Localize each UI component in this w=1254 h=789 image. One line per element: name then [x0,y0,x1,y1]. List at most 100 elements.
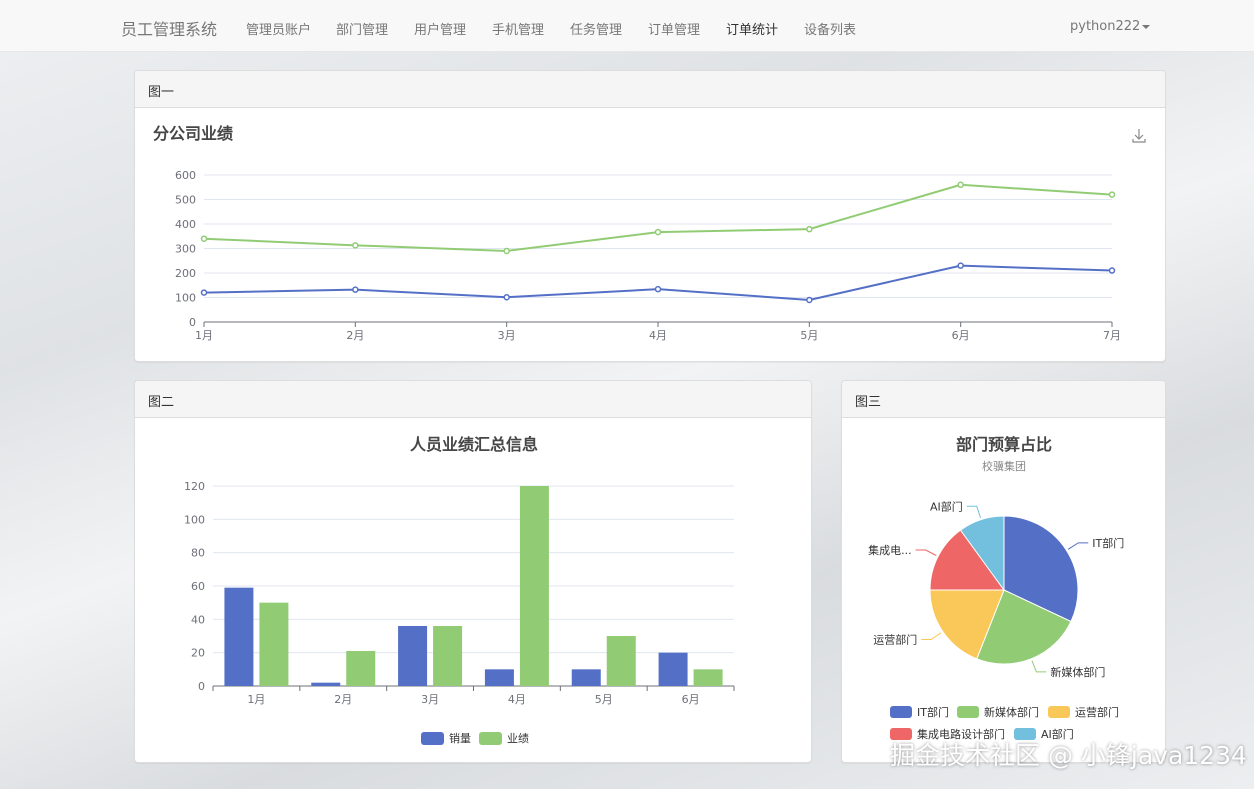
x-tick-label: 4月 [508,693,526,706]
pie-label-line [915,549,937,556]
data-point [503,247,510,255]
x-tick-label: 1月 [195,329,213,342]
legend-label: IT部门 [917,705,949,719]
data-point [957,181,964,189]
brand-title[interactable]: 员工管理系统 [121,16,217,40]
data-point [200,235,208,242]
pie-label-line [1031,660,1047,673]
data-point [503,294,510,301]
x-tick-label: 6月 [952,329,970,342]
x-tick-label: 6月 [682,693,700,706]
y-tick-label: 60 [191,580,205,593]
pie-chart-panel: 图三 部门预算占比 校骥集团 IT部门 新媒体部门 运营部门 集成电... AI部门 I… [841,380,1166,763]
pie-label: 集成电... [868,543,912,557]
bar-0 [311,682,341,686]
caret-down-icon [1142,24,1151,29]
data-point [957,262,964,269]
legend-label: 运营部门 [1075,705,1119,719]
y-tick-label: 100 [184,513,205,526]
x-tick-label: 2月 [334,693,352,706]
y-tick-label: 300 [175,243,196,256]
series-line-0 [203,183,1113,252]
x-tick-label: 5月 [595,693,613,706]
line-chart: 分公司业绩 0 100 200 300 400 500 600 1月 2月 3月 4月 5月 6月 7月 [153,124,1146,342]
nav-item-users[interactable]: 用户管理 [414,19,466,38]
y-tick-label: 80 [191,547,205,560]
y-tick-label: 200 [175,267,196,280]
bar-chart: 人员业绩汇总信息 0 20 40 60 80 100 120 1月 2月 3月 4月 5月 6月 销量 业… [184,435,735,745]
bar-0 [398,626,428,686]
legend-label: 业绩 [507,732,529,745]
bar-chart-panel: 图二 人员业绩汇总信息 0 20 40 60 80 100 120 1月 2月 3月 4月 5月 6月 … [134,380,812,763]
pie-label: AI部门 [930,499,963,513]
pie-label-line [921,632,942,640]
data-point [1108,191,1116,198]
panel-heading: 图三 [842,381,1165,418]
y-tick-label: 0 [189,316,196,329]
y-tick-label: 100 [175,292,196,305]
nav-item-admin-accounts[interactable]: 管理员账户 [246,19,311,38]
chart-subtitle: 校骥集团 [982,459,1026,473]
nav-item-devices[interactable]: 设备列表 [804,19,856,38]
legend-swatch [957,706,979,718]
chart-title: 分公司业绩 [153,124,233,143]
x-tick-label: 4月 [649,329,667,342]
line-chart-panel: 图一 分公司业绩 0 100 200 300 400 500 600 1月 2月 3月 4月 5月 6月… [134,70,1166,362]
bar-1 [519,486,549,686]
user-menu[interactable]: python222 [1070,19,1151,34]
x-tick-label: 3月 [421,693,439,706]
data-point [806,296,813,304]
pie-label-line [966,505,981,518]
x-tick-label: 1月 [247,693,265,706]
x-tick-label: 7月 [1103,329,1121,342]
panel-heading: 图二 [135,381,811,418]
nav-item-phones[interactable]: 手机管理 [492,19,544,38]
bar-0 [571,669,601,686]
watermark: 掘金技术社区 @ 小锋java1234 [890,741,1247,770]
bar-1 [259,602,289,686]
data-point [352,242,359,249]
chart-title: 人员业绩汇总信息 [410,435,538,454]
x-tick-label: 3月 [498,329,516,342]
data-point [806,225,813,233]
user-name: python222 [1070,19,1141,34]
bar-0 [658,652,688,686]
pie-chart: 部门预算占比 校骥集团 IT部门新媒体部门运营部门集成电...AI部门 IT部门… [868,435,1124,741]
x-tick-label: 5月 [800,329,818,342]
y-tick-label: 20 [191,647,205,660]
nav-item-departments[interactable]: 部门管理 [336,19,388,38]
top-navbar: 员工管理系统 管理员账户 部门管理 用户管理 手机管理 任务管理 订单管理 订单… [0,0,1254,52]
bar-1 [346,651,376,686]
data-point [654,228,662,236]
data-point [654,285,662,293]
legend-label: 销量 [449,731,471,745]
pie-label-line [1067,542,1089,550]
panel-heading: 图一 [135,71,1165,108]
bar-1 [693,669,723,686]
y-tick-label: 600 [175,169,196,182]
data-point [1108,267,1116,274]
data-point [200,289,208,296]
y-tick-label: 120 [184,480,205,493]
legend-swatch [479,732,502,745]
legend-swatch [1048,706,1070,718]
legend-swatch [421,732,444,745]
pie-label: IT部门 [1092,536,1124,550]
series-line-1 [203,264,1113,301]
chart-title: 部门预算占比 [956,435,1052,454]
y-tick-label: 40 [191,613,205,626]
nav-item-orders[interactable]: 订单管理 [648,19,700,38]
legend-swatch [890,706,912,718]
download-icon[interactable] [1132,129,1146,143]
bar-1 [433,626,463,686]
legend-label: 新媒体部门 [984,705,1039,719]
y-tick-label: 500 [175,194,196,207]
bar-1 [606,636,636,686]
bar-0 [224,587,254,686]
pie-label: 运营部门 [873,632,917,646]
y-tick-label: 0 [198,680,205,693]
nav-item-order-stats[interactable]: 订单统计 [726,19,778,38]
bar-0 [484,669,514,686]
x-tick-label: 2月 [346,329,364,342]
nav-item-tasks[interactable]: 任务管理 [570,19,622,38]
